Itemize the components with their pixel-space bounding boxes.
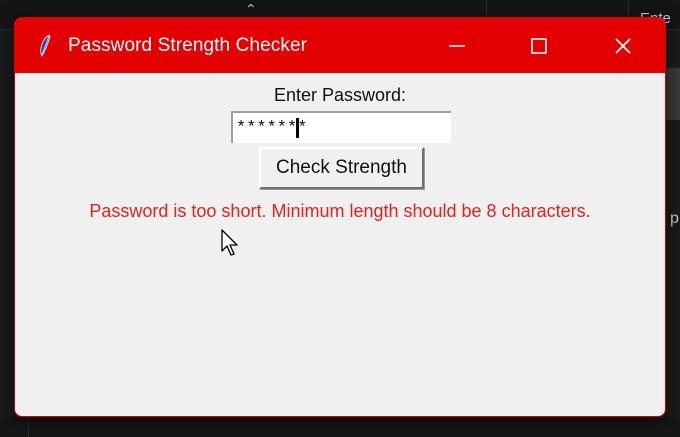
mouse-pointer-icon — [221, 229, 238, 256]
background-bottom-bar — [0, 418, 680, 437]
background-letter: p — [670, 210, 679, 227]
maximize-icon — [531, 37, 547, 54]
close-button[interactable] — [593, 18, 653, 73]
minimize-button[interactable] — [427, 18, 487, 73]
result-message: Password is too short. Minimum length sh… — [89, 201, 591, 221]
feather-icon — [37, 33, 53, 58]
window-title: Password Strength Checker — [68, 34, 308, 56]
chevron-up-icon: ⌃ — [245, 2, 257, 18]
password-prompt-label: Enter Password: — [273, 85, 407, 105]
text-caret — [296, 118, 299, 138]
maximize-button[interactable] — [509, 18, 569, 73]
background-divider — [28, 418, 29, 437]
app-window: Password Strength Checker Enter Password… — [14, 17, 666, 417]
password-input[interactable] — [231, 111, 451, 143]
minimize-icon — [449, 44, 465, 47]
title-bar[interactable]: Password Strength Checker — [15, 18, 665, 73]
close-icon — [615, 37, 631, 54]
window-content: Enter Password: Check Strength Password … — [15, 73, 665, 416]
check-strength-button[interactable]: Check Strength — [259, 147, 424, 189]
